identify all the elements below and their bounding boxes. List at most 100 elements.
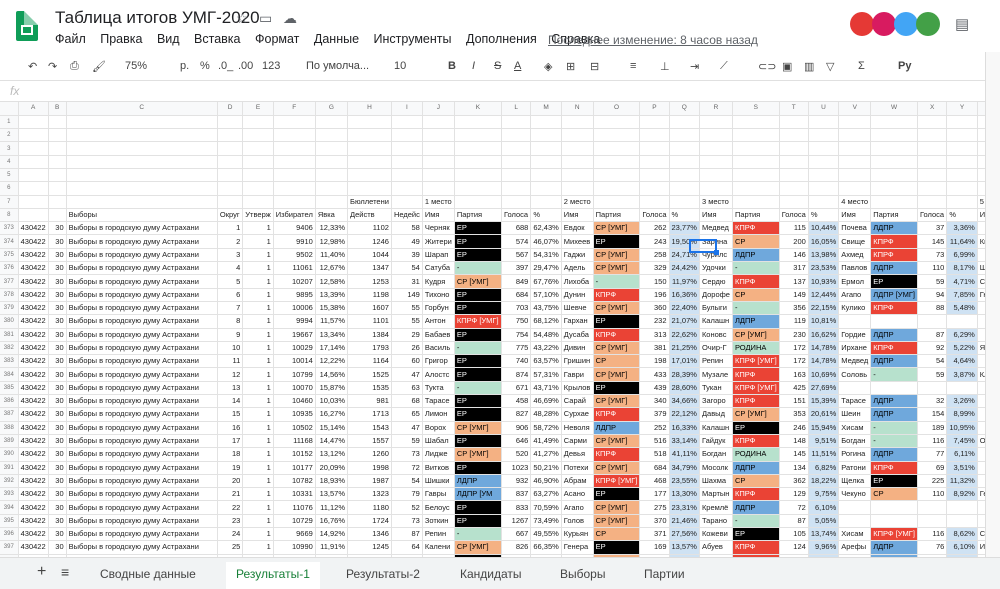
cell[interactable]: 37 xyxy=(917,221,948,236)
cell[interactable]: 13,74% xyxy=(808,527,840,542)
cell[interactable]: КПРФ [УМГ] xyxy=(454,314,502,329)
cell[interactable] xyxy=(593,155,641,169)
cell[interactable] xyxy=(18,141,49,156)
cell[interactable]: - xyxy=(454,381,502,396)
cell[interactable]: 430422 xyxy=(18,461,49,475)
cell[interactable]: 1384 xyxy=(347,328,392,342)
cell[interactable]: 65 xyxy=(391,407,423,422)
cell[interactable]: Почева xyxy=(838,221,872,236)
cell[interactable] xyxy=(669,195,700,209)
cell[interactable]: СР [УМГ] xyxy=(454,447,502,462)
cell[interactable]: СР [УМГ] xyxy=(732,407,780,422)
cell[interactable]: СР [УМГ] xyxy=(593,301,641,316)
number-format-select[interactable]: 123 xyxy=(262,60,280,72)
cell[interactable]: 172 xyxy=(779,341,809,356)
cell[interactable]: Гришин xyxy=(561,354,594,369)
cell[interactable] xyxy=(593,141,641,156)
cell[interactable]: Выборы в городскую думу Астрахани xyxy=(66,474,218,489)
cell[interactable] xyxy=(530,128,562,143)
percent-button[interactable]: % xyxy=(200,60,210,72)
cell[interactable]: Выборы в городскую думу Астрахани xyxy=(66,288,218,302)
cell[interactable]: 30 xyxy=(48,514,67,529)
cell[interactable] xyxy=(808,195,840,209)
cell[interactable]: 8,17% xyxy=(946,261,978,276)
cell[interactable] xyxy=(808,115,840,130)
cell[interactable] xyxy=(273,195,316,209)
cell[interactable] xyxy=(838,155,872,169)
cell[interactable]: ЕР xyxy=(593,234,641,249)
cell[interactable]: Сарай xyxy=(561,394,594,409)
column-header[interactable]: W xyxy=(870,102,918,116)
header-cell[interactable]: Недейс xyxy=(391,208,423,223)
cell[interactable]: 4 xyxy=(217,261,244,276)
cell[interactable] xyxy=(217,168,244,183)
cell[interactable]: Сердю xyxy=(699,274,733,289)
cell[interactable]: 16,76% xyxy=(315,514,349,529)
cell[interactable] xyxy=(347,155,392,169)
all-sheets-button[interactable]: ≡ xyxy=(61,564,69,580)
cell[interactable]: Медвед xyxy=(699,221,733,236)
side-panel-scroll[interactable] xyxy=(985,52,1000,557)
column-header[interactable]: N xyxy=(561,102,594,116)
insert-chart-icon[interactable]: ▥ xyxy=(804,60,814,73)
cell[interactable] xyxy=(48,141,67,156)
cell[interactable] xyxy=(838,181,872,196)
cell[interactable]: 317 xyxy=(779,261,809,276)
row-header[interactable]: 395 xyxy=(0,514,19,529)
cell[interactable]: 55 xyxy=(391,314,423,329)
row-header[interactable]: 380 xyxy=(0,314,19,329)
cell[interactable]: 10,81% xyxy=(808,314,840,329)
cell[interactable]: 63 xyxy=(391,381,423,396)
cell[interactable]: 430422 xyxy=(18,500,49,515)
cell[interactable]: Кудря xyxy=(422,274,455,289)
header-cell[interactable]: Партия xyxy=(454,208,502,223)
cell[interactable]: КПРФ xyxy=(870,301,918,316)
cell[interactable]: Павлов xyxy=(838,261,872,276)
cell[interactable]: Калашн xyxy=(699,421,733,435)
cell[interactable] xyxy=(501,195,532,209)
cell[interactable] xyxy=(699,181,733,196)
cell[interactable]: - xyxy=(870,434,918,449)
cell[interactable]: Чекуно xyxy=(838,487,872,502)
cell[interactable]: КПРФ xyxy=(870,461,918,475)
cell[interactable]: 116 xyxy=(917,527,948,542)
cell[interactable]: 5,48% xyxy=(946,301,978,316)
cell[interactable]: Агапо xyxy=(838,288,872,302)
cell[interactable]: 671 xyxy=(501,381,532,396)
cell[interactable]: Витков xyxy=(422,461,455,475)
cell[interactable]: 110 xyxy=(917,487,948,502)
cell[interactable]: 34,79% xyxy=(669,461,700,475)
cell[interactable]: 11,51% xyxy=(808,447,840,462)
cell[interactable]: 146 xyxy=(779,248,809,263)
cell[interactable]: 30 xyxy=(48,314,67,329)
cell[interactable]: КПРФ xyxy=(870,248,918,263)
cell[interactable]: Ермол xyxy=(838,274,872,289)
cell[interactable]: 15,94% xyxy=(808,421,840,435)
cell[interactable]: Лихоба xyxy=(561,274,594,289)
cell[interactable]: 468 xyxy=(639,474,670,489)
cell[interactable]: 1 xyxy=(242,367,274,382)
cell[interactable]: СР [УМГ] xyxy=(593,341,641,356)
row-header[interactable]: 383 xyxy=(0,354,19,369)
cell[interactable]: 15,87% xyxy=(315,381,349,396)
cell[interactable] xyxy=(501,155,532,169)
cell[interactable]: 874 xyxy=(501,367,532,382)
column-header[interactable]: F xyxy=(273,102,316,116)
row-header[interactable]: 390 xyxy=(0,447,19,462)
cell[interactable]: Асано xyxy=(561,487,594,502)
cell[interactable] xyxy=(870,168,918,183)
cell[interactable] xyxy=(732,115,780,130)
cell[interactable]: ЛДПР xyxy=(593,421,641,435)
row-header[interactable]: 387 xyxy=(0,407,19,422)
cell[interactable]: ЕР xyxy=(593,381,641,396)
cell[interactable] xyxy=(838,314,872,329)
cell[interactable]: 72 xyxy=(391,461,423,475)
cell[interactable]: 46,90% xyxy=(530,474,562,489)
header-cell[interactable]: Утверж xyxy=(242,208,274,223)
cell[interactable]: 9406 xyxy=(273,221,316,236)
cell[interactable]: 567 xyxy=(501,248,532,263)
cell[interactable]: 21,46% xyxy=(669,514,700,529)
cell[interactable]: 13,98% xyxy=(808,248,840,263)
cell[interactable]: 30 xyxy=(48,301,67,316)
cell[interactable]: ЕР xyxy=(454,288,502,302)
